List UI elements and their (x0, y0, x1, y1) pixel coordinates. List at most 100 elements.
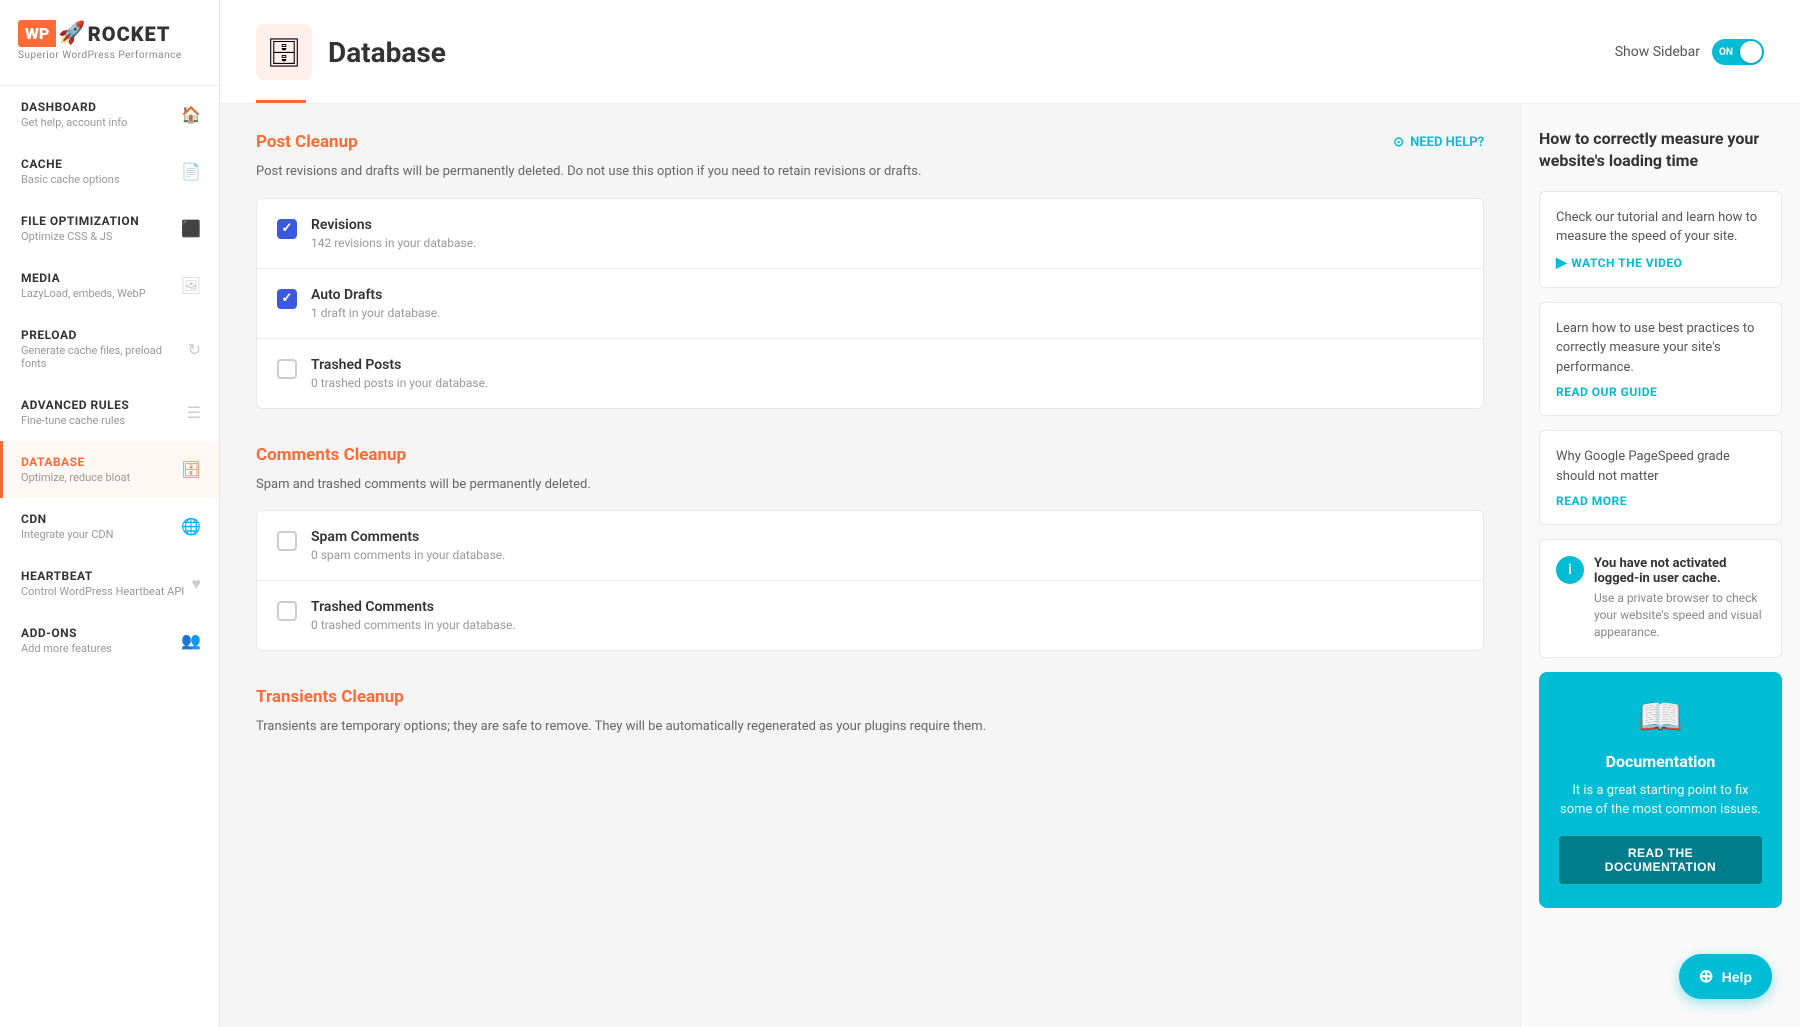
option-spam-comments-detail: 0 spam comments in your database. (311, 548, 1463, 562)
nav-label-advanced-rules: ADVANCED RULES (21, 398, 129, 412)
sidebar-item-heartbeat[interactable]: HEARTBEAT Control WordPress Heartbeat AP… (0, 555, 219, 612)
nav-label-heartbeat: HEARTBEAT (21, 569, 184, 583)
nav-sublabel-cache: Basic cache options (21, 173, 120, 186)
need-help-button[interactable]: ⊙ NEED HELP? (1393, 135, 1484, 150)
nav-label-preload: PRELOAD (21, 328, 188, 342)
content-area: Post Cleanup ⊙ NEED HELP? Post revisions… (220, 104, 1800, 1027)
page-icon: 🗄 (256, 24, 312, 80)
toggle-on-label: ON (1714, 47, 1733, 58)
alert-info-icon: i (1556, 556, 1584, 584)
sidebar: WP 🚀 ROCKET Superior WordPress Performan… (0, 0, 220, 1027)
option-spam-comments-label: Spam Comments (311, 529, 1463, 545)
nav-label-cdn: CDN (21, 512, 113, 526)
option-auto-drafts: Auto Drafts 1 draft in your database. (257, 269, 1483, 339)
doc-book-icon: 📖 (1638, 696, 1683, 738)
rocket-icon: 🚀 (58, 21, 85, 46)
read-guide-link[interactable]: READ OUR GUIDE (1556, 385, 1765, 399)
need-help-label: NEED HELP? (1410, 135, 1484, 150)
nav-sublabel-database: Optimize, reduce bloat (21, 471, 130, 484)
comments-cleanup-title: Comments Cleanup (256, 445, 406, 465)
cache-icon: 📄 (181, 162, 201, 181)
option-auto-drafts-detail: 1 draft in your database. (311, 306, 1463, 320)
checkbox-spam-comments[interactable] (277, 531, 297, 551)
post-cleanup-section: Post Cleanup ⊙ NEED HELP? Post revisions… (256, 132, 1484, 409)
sidebar-item-database[interactable]: DATABASE Optimize, reduce bloat 🗄 (0, 441, 219, 498)
sidebar-item-dashboard[interactable]: DASHBOARD Get help, account info 🏠 (0, 86, 219, 143)
transients-cleanup-desc: Transients are temporary options; they a… (256, 717, 1484, 737)
nav-sublabel-advanced-rules: Fine-tune cache rules (21, 414, 129, 427)
show-sidebar-toggle[interactable]: ON (1712, 39, 1764, 65)
nav-sublabel-add-ons: Add more features (21, 642, 112, 655)
logo-tagline: Superior WordPress Performance (18, 50, 201, 61)
sidebar-nav: DASHBOARD Get help, account info 🏠 CACHE… (0, 86, 219, 669)
add-ons-icon: 👥 (181, 631, 201, 650)
transients-cleanup-title: Transients Cleanup (256, 687, 404, 707)
read-documentation-button[interactable]: READ THE DOCUMENTATION (1559, 836, 1762, 884)
info-card-guide-text: Learn how to use best practices to corre… (1556, 319, 1765, 378)
checkbox-trashed-posts[interactable] (277, 359, 297, 379)
header-underline (256, 100, 306, 103)
read-more-link[interactable]: READ MORE (1556, 494, 1765, 508)
option-trashed-comments-detail: 0 trashed comments in your database. (311, 618, 1463, 632)
help-label: Help (1722, 969, 1752, 985)
sidebar-item-file-optimization[interactable]: FILE OPTIMIZATION Optimize CSS & JS ⬛ (0, 200, 219, 257)
sidebar-item-cache[interactable]: CACHE Basic cache options 📄 (0, 143, 219, 200)
nav-sublabel-file-optimization: Optimize CSS & JS (21, 230, 139, 243)
media-icon: 🖼 (181, 276, 201, 295)
sidebar-item-media[interactable]: MEDIA LazyLoad, embeds, WebP 🖼 (0, 257, 219, 314)
checkbox-revisions[interactable] (277, 219, 297, 239)
post-cleanup-title: Post Cleanup (256, 132, 358, 152)
info-card-video-text: Check our tutorial and learn how to meas… (1556, 208, 1765, 247)
nav-sublabel-media: LazyLoad, embeds, WebP (21, 287, 146, 300)
preload-icon: ↻ (188, 340, 201, 359)
nav-label-cache: CACHE (21, 157, 120, 171)
checkbox-auto-drafts[interactable] (277, 289, 297, 309)
info-card-pagespeed-text: Why Google PageSpeed grade should not ma… (1556, 447, 1765, 486)
nav-label-add-ons: ADD-ONS (21, 626, 112, 640)
doc-desc: It is a great starting point to fix some… (1559, 781, 1762, 820)
help-button[interactable]: ⊕ Help (1679, 954, 1772, 999)
show-sidebar-label: Show Sidebar (1615, 44, 1700, 60)
comments-cleanup-section: Comments Cleanup Spam and trashed commen… (256, 445, 1484, 652)
cdn-icon: 🌐 (181, 517, 201, 536)
right-sidebar: How to correctly measure your website's … (1520, 104, 1800, 1027)
option-trashed-comments: Trashed Comments 0 trashed comments in y… (257, 581, 1483, 650)
logo-brand: ROCKET (88, 22, 171, 46)
sidebar-item-advanced-rules[interactable]: ADVANCED RULES Fine-tune cache rules ☰ (0, 384, 219, 441)
info-card-video: Check our tutorial and learn how to meas… (1539, 191, 1782, 288)
nav-label-database: DATABASE (21, 455, 130, 469)
nav-label-dashboard: DASHBOARD (21, 100, 127, 114)
post-cleanup-options: Revisions 142 revisions in your database… (256, 198, 1484, 409)
option-trashed-posts-label: Trashed Posts (311, 357, 1463, 373)
help-icon: ⊕ (1699, 966, 1714, 987)
file-opt-icon: ⬛ (181, 219, 201, 238)
nav-sublabel-cdn: Integrate your CDN (21, 528, 113, 541)
nav-sublabel-dashboard: Get help, account info (21, 116, 127, 129)
doc-card: 📖 Documentation It is a great starting p… (1539, 672, 1782, 908)
main-content: 🗄 Database Show Sidebar ON Post Cleanup … (220, 0, 1800, 1027)
info-card-pagespeed: Why Google PageSpeed grade should not ma… (1539, 430, 1782, 525)
comments-cleanup-options: Spam Comments 0 spam comments in your da… (256, 510, 1484, 651)
toggle-thumb (1740, 41, 1762, 63)
info-card-guide: Learn how to use best practices to corre… (1539, 302, 1782, 417)
option-trashed-comments-label: Trashed Comments (311, 599, 1463, 615)
doc-title: Documentation (1606, 752, 1716, 771)
sidebar-item-cdn[interactable]: CDN Integrate your CDN 🌐 (0, 498, 219, 555)
checkbox-trashed-comments[interactable] (277, 601, 297, 621)
option-revisions-detail: 142 revisions in your database. (311, 236, 1463, 250)
option-spam-comments: Spam Comments 0 spam comments in your da… (257, 511, 1483, 581)
watch-video-link[interactable]: ▶ WATCH THE VIDEO (1556, 255, 1765, 271)
heartbeat-icon: ♥ (192, 574, 202, 594)
read-more-label: READ MORE (1556, 494, 1627, 508)
option-revisions-label: Revisions (311, 217, 1463, 233)
option-trashed-posts-detail: 0 trashed posts in your database. (311, 376, 1463, 390)
page-header: 🗄 Database Show Sidebar ON (220, 0, 1800, 104)
watch-video-label: WATCH THE VIDEO (1571, 256, 1682, 270)
sidebar-item-preload[interactable]: PRELOAD Generate cache files, preload fo… (0, 314, 219, 384)
post-cleanup-desc: Post revisions and drafts will be perman… (256, 162, 1484, 182)
alert-text: Use a private browser to check your webs… (1594, 590, 1765, 640)
comments-cleanup-desc: Spam and trashed comments will be perman… (256, 475, 1484, 495)
sidebar-item-add-ons[interactable]: ADD-ONS Add more features 👥 (0, 612, 219, 669)
nav-label-media: MEDIA (21, 271, 146, 285)
read-guide-label: READ OUR GUIDE (1556, 385, 1657, 399)
